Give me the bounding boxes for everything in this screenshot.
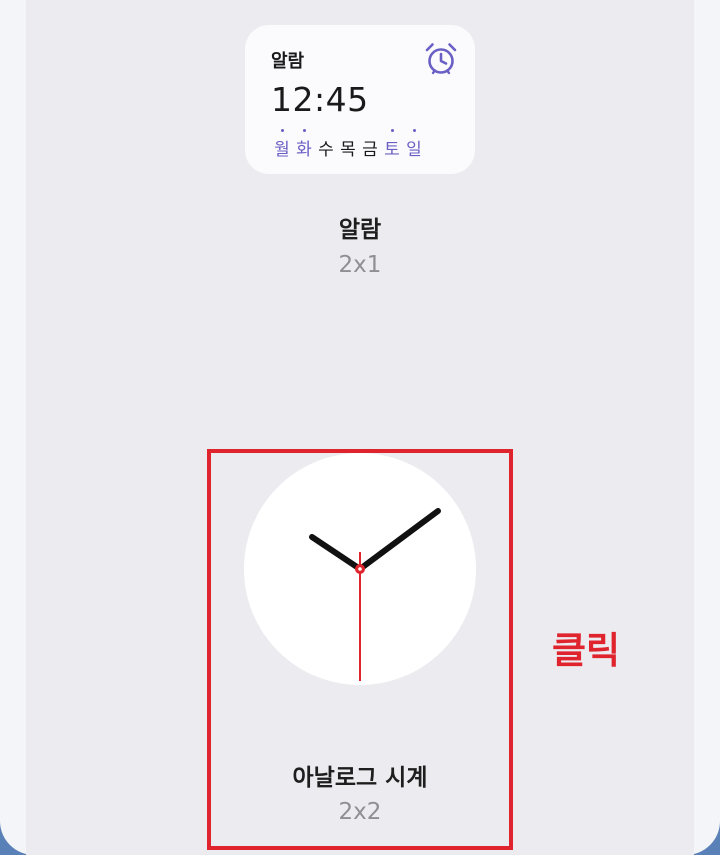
weekday-tue: 화 bbox=[295, 129, 313, 160]
alarm-widget-name: 알람 bbox=[338, 217, 382, 243]
alarm-widget-title: 알람 bbox=[271, 51, 305, 72]
highlight-box bbox=[207, 449, 513, 850]
click-annotation-label: 클릭 bbox=[552, 629, 621, 672]
weekday-thu: 목 bbox=[340, 140, 356, 160]
weekday-mon: 월 bbox=[273, 129, 291, 160]
alarm-widget-size: 2x1 bbox=[338, 252, 382, 278]
weekday-sun: 일 bbox=[405, 129, 423, 160]
alarm-clock-icon bbox=[425, 43, 457, 75]
alarm-widget-preview[interactable]: 알람 12:45 월 화 수 목 금 토 일 bbox=[245, 25, 475, 174]
weekday-wed: 수 bbox=[318, 140, 334, 160]
alarm-widget-time: 12:45 bbox=[271, 80, 369, 119]
weekday-fri: 금 bbox=[362, 140, 378, 160]
weekday-sat: 토 bbox=[383, 129, 401, 160]
alarm-weekday-row: 월 화 수 목 금 토 일 bbox=[273, 129, 423, 160]
